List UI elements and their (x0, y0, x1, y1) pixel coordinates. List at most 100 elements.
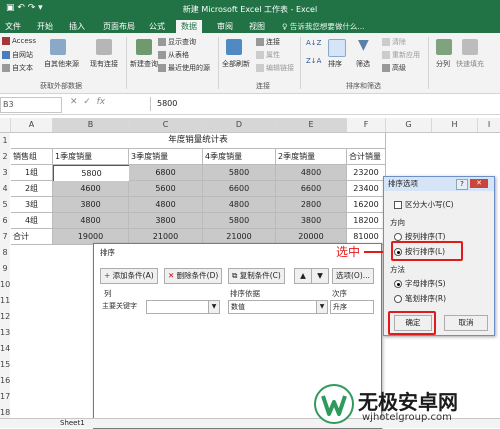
active-cell[interactable]: 5800 (53, 165, 130, 182)
sort-on-select[interactable]: 数值 ▼ (228, 300, 328, 314)
row-header[interactable]: 10 (0, 277, 10, 294)
row-header[interactable]: 16 (0, 373, 10, 390)
table-cell[interactable]: 4800 (129, 197, 203, 213)
tab-data[interactable]: 数据 (176, 20, 202, 33)
column-header[interactable]: G (386, 118, 432, 132)
row-header[interactable]: 14 (0, 341, 10, 358)
header-cell[interactable]: 合计销量 (347, 149, 386, 165)
reapply-button[interactable]: 重新应用 (382, 50, 420, 60)
table-cell[interactable]: 5800 (203, 213, 276, 229)
tab-view[interactable]: 视图 (244, 20, 270, 33)
header-cell[interactable]: 2季度销量 (276, 149, 347, 165)
table-cell[interactable]: 4600 (53, 181, 129, 197)
clear-button[interactable]: 清除 (382, 37, 406, 47)
new-query-button[interactable]: 新建查询 (130, 59, 158, 69)
help-button[interactable]: ? (456, 179, 468, 190)
table-cell[interactable]: 2800 (276, 197, 347, 213)
flash-fill-button[interactable]: 快速填充 (456, 59, 484, 69)
from-text-button[interactable]: 自文本 (2, 63, 33, 73)
show-queries-button[interactable]: 显示查询 (158, 37, 196, 47)
options-button[interactable]: 选项(O)... (332, 268, 374, 284)
table-cell[interactable]: 23200 (347, 165, 386, 181)
header-cell[interactable]: 1季度销量 (53, 149, 129, 165)
row-header[interactable]: 17 (0, 389, 10, 406)
table-cell[interactable]: 2组 (11, 181, 53, 197)
letter-sort-radio[interactable]: 字母排序(S) (394, 278, 446, 289)
tab-review[interactable]: 审阅 (212, 20, 238, 33)
header-cell[interactable]: 3季度销量 (129, 149, 203, 165)
stroke-sort-radio[interactable]: 笔划排序(R) (394, 293, 446, 304)
row-header[interactable]: 2 (0, 149, 10, 166)
name-box[interactable]: B3 (0, 97, 62, 113)
table-cell[interactable]: 16200 (347, 197, 386, 213)
formula-bar-buttons[interactable]: ✕ ✓ fx (70, 97, 105, 107)
fx-icon[interactable]: fx (97, 97, 106, 107)
copy-level-button[interactable]: ⧉ 复制条件(C) (228, 268, 285, 284)
table-cell[interactable]: 4800 (53, 213, 129, 229)
enter-icon[interactable]: ✓ (83, 97, 91, 107)
row-header[interactable]: 6 (0, 213, 10, 230)
sort-za-icon[interactable]: Z↓A (306, 57, 321, 65)
row-header[interactable]: 3 (0, 165, 10, 182)
table-cell[interactable]: 5600 (129, 181, 203, 197)
move-down-button[interactable]: ▼ (311, 268, 329, 284)
delete-level-button[interactable]: ✕ 删除条件(D) (164, 268, 223, 284)
properties-button[interactable]: 属性 (256, 50, 280, 60)
header-cell[interactable]: 销售组 (11, 149, 53, 165)
table-cell[interactable]: 4组 (11, 213, 53, 229)
column-header[interactable]: D (203, 118, 276, 132)
column-header[interactable]: A (11, 118, 53, 132)
table-cell[interactable]: 5800 (203, 165, 276, 181)
table-cell[interactable]: 3组 (11, 197, 53, 213)
sort-by-select[interactable]: ▼ (146, 300, 220, 314)
formula-input[interactable]: 5800 (150, 97, 500, 111)
add-level-button[interactable]: + 添加条件(A) (100, 268, 158, 284)
table-cell[interactable]: 23400 (347, 181, 386, 197)
row-header[interactable]: 1 (0, 133, 10, 150)
table-cell[interactable]: 3800 (129, 213, 203, 229)
table-cell[interactable]: 3800 (53, 197, 129, 213)
header-cell[interactable]: 4季度销量 (203, 149, 276, 165)
edit-links-button[interactable]: 编辑链接 (256, 63, 294, 73)
row-header[interactable]: 5 (0, 197, 10, 214)
row-header[interactable]: 13 (0, 325, 10, 342)
filter-button[interactable]: 筛选 (356, 59, 370, 69)
connections-button[interactable]: 连接 (256, 37, 280, 47)
existing-connections-button[interactable]: 现有连接 (90, 59, 118, 69)
refresh-all-button[interactable]: 全部刷新 (222, 59, 250, 69)
table-title-cell[interactable]: 年度销量统计表 (11, 133, 386, 149)
column-header[interactable]: E (276, 118, 347, 132)
column-header[interactable]: H (432, 118, 478, 132)
advanced-button[interactable]: 高级 (382, 63, 406, 73)
table-cell[interactable]: 3800 (276, 213, 347, 229)
column-header[interactable]: I (478, 118, 500, 132)
row-header[interactable]: 15 (0, 357, 10, 374)
cancel-icon[interactable]: ✕ (70, 97, 78, 107)
tell-me-box[interactable]: ♀ 告诉我您想要做什么... (282, 20, 365, 33)
table-cell[interactable]: 4800 (203, 197, 276, 213)
tab-insert[interactable]: 插入 (64, 20, 90, 33)
case-sensitive-checkbox[interactable]: 区分大小写(C) (394, 199, 454, 210)
row-header[interactable]: 7 (0, 229, 10, 246)
column-header[interactable]: F (347, 118, 386, 132)
select-all-corner[interactable] (0, 118, 11, 132)
table-cell[interactable]: 4800 (276, 165, 347, 181)
table-cell[interactable]: 18200 (347, 213, 386, 229)
sort-button[interactable]: 排序 (328, 59, 342, 69)
column-header[interactable]: C (129, 118, 203, 132)
sort-az-icon[interactable]: A↓Z (306, 39, 321, 47)
table-cell[interactable]: 1组 (11, 165, 53, 181)
cancel-button[interactable]: 取消 (444, 315, 488, 331)
tab-home[interactable]: 开始 (32, 20, 58, 33)
table-cell[interactable]: 6600 (203, 181, 276, 197)
tab-file[interactable]: 文件 (0, 20, 26, 33)
text-to-columns-button[interactable]: 分列 (436, 59, 450, 69)
table-cell[interactable]: 6800 (129, 165, 203, 181)
order-select[interactable]: 升序 (330, 300, 374, 314)
sheet-tab[interactable]: Sheet1 (60, 419, 85, 427)
row-header[interactable]: 12 (0, 309, 10, 326)
row-header[interactable]: 9 (0, 261, 10, 278)
from-table-button[interactable]: 从表格 (158, 50, 189, 60)
row-header[interactable]: 11 (0, 293, 10, 310)
move-up-button[interactable]: ▲ (294, 268, 312, 284)
